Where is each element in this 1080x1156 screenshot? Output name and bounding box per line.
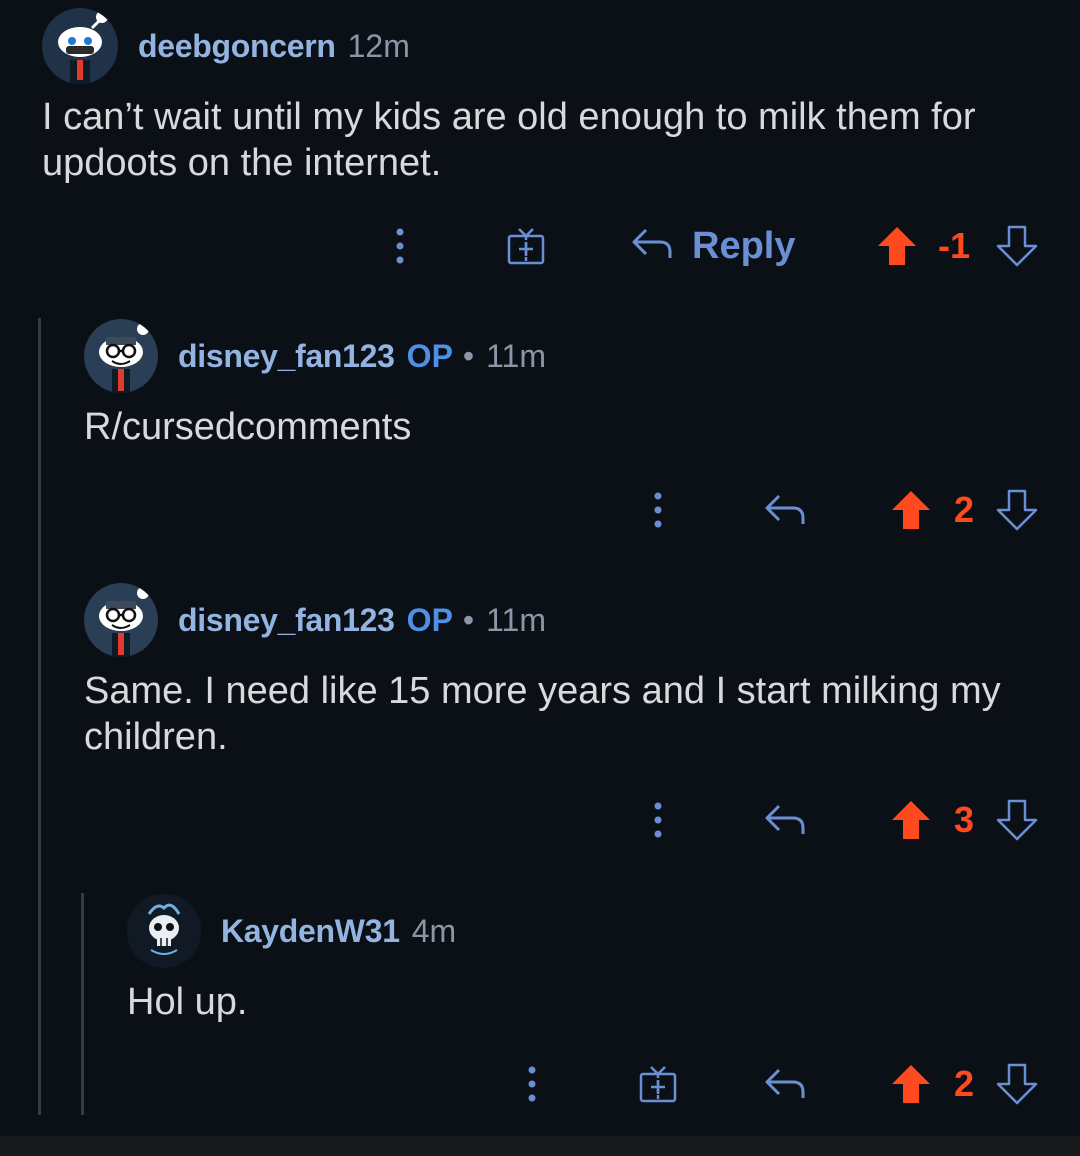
more-options-icon[interactable] — [638, 480, 678, 540]
reply-icon[interactable] — [760, 790, 810, 850]
separator-dot: • — [462, 601, 475, 638]
comment-body: R/cursedcomments — [84, 406, 412, 448]
more-options-icon[interactable] — [512, 1054, 552, 1114]
comment-header: disney_fan123 OP • 11m — [84, 318, 546, 394]
more-options-icon[interactable] — [638, 790, 678, 850]
upvote-arrow-icon[interactable] — [889, 1054, 933, 1114]
bottom-bar — [0, 1136, 1080, 1156]
username[interactable]: disney_fan123 — [178, 602, 395, 639]
comment-actions: Reply -1 — [0, 216, 1080, 276]
skull-avatar-icon[interactable] — [127, 894, 201, 968]
op-badge: OP — [406, 337, 453, 374]
comment-header: disney_fan123 OP • 11m — [84, 582, 546, 658]
downvote-arrow-icon[interactable] — [995, 480, 1039, 540]
reply-icon[interactable] — [760, 480, 810, 540]
timestamp: 11m — [486, 337, 546, 374]
reply-icon[interactable] — [760, 1054, 810, 1114]
snoo-glasses-avatar-icon[interactable] — [84, 319, 158, 393]
vote-score: -1 — [937, 225, 970, 266]
thread-line-level-1[interactable] — [38, 318, 41, 1115]
award-gift-icon[interactable] — [635, 1054, 681, 1114]
more-options-icon[interactable] — [380, 216, 420, 276]
timestamp: 4m — [411, 912, 457, 949]
comment-body: Hol up. — [127, 981, 248, 1023]
upvote-arrow-icon[interactable] — [889, 790, 933, 850]
username[interactable]: KaydenW31 — [221, 913, 400, 950]
snoo-glasses-avatar-icon[interactable] — [84, 583, 158, 657]
comment-header: KaydenW31 4m — [127, 893, 456, 969]
timestamp: 11m — [486, 601, 546, 638]
separator-dot: • — [462, 337, 475, 374]
downvote-arrow-icon[interactable] — [995, 216, 1039, 276]
snoo-avatar-icon[interactable] — [42, 8, 118, 84]
reply-label: Reply — [692, 224, 796, 267]
comment-actions: 3 — [0, 790, 1080, 850]
vote-score: 2 — [953, 1063, 975, 1104]
vote-score: 3 — [953, 799, 975, 840]
vote-score: 2 — [953, 489, 975, 530]
award-gift-icon[interactable] — [503, 216, 549, 276]
timestamp: 12m — [347, 27, 410, 64]
comment-actions: 2 — [0, 480, 1080, 540]
reply-button[interactable]: Reply — [630, 216, 800, 276]
username[interactable]: disney_fan123 — [178, 338, 395, 375]
downvote-arrow-icon[interactable] — [995, 1054, 1039, 1114]
downvote-arrow-icon[interactable] — [995, 790, 1039, 850]
op-badge: OP — [406, 601, 453, 638]
username[interactable]: deebgoncern — [138, 28, 336, 65]
comment-body: I can’t wait until my kids are old enoug… — [42, 96, 976, 184]
comment-header: deebgoncern 12m — [42, 8, 410, 84]
upvote-arrow-icon[interactable] — [875, 216, 919, 276]
upvote-arrow-icon[interactable] — [889, 480, 933, 540]
comment-body: Same. I need like 15 more years and I st… — [84, 670, 1001, 758]
comment-actions: 2 — [0, 1054, 1080, 1114]
reply-icon — [630, 226, 674, 267]
